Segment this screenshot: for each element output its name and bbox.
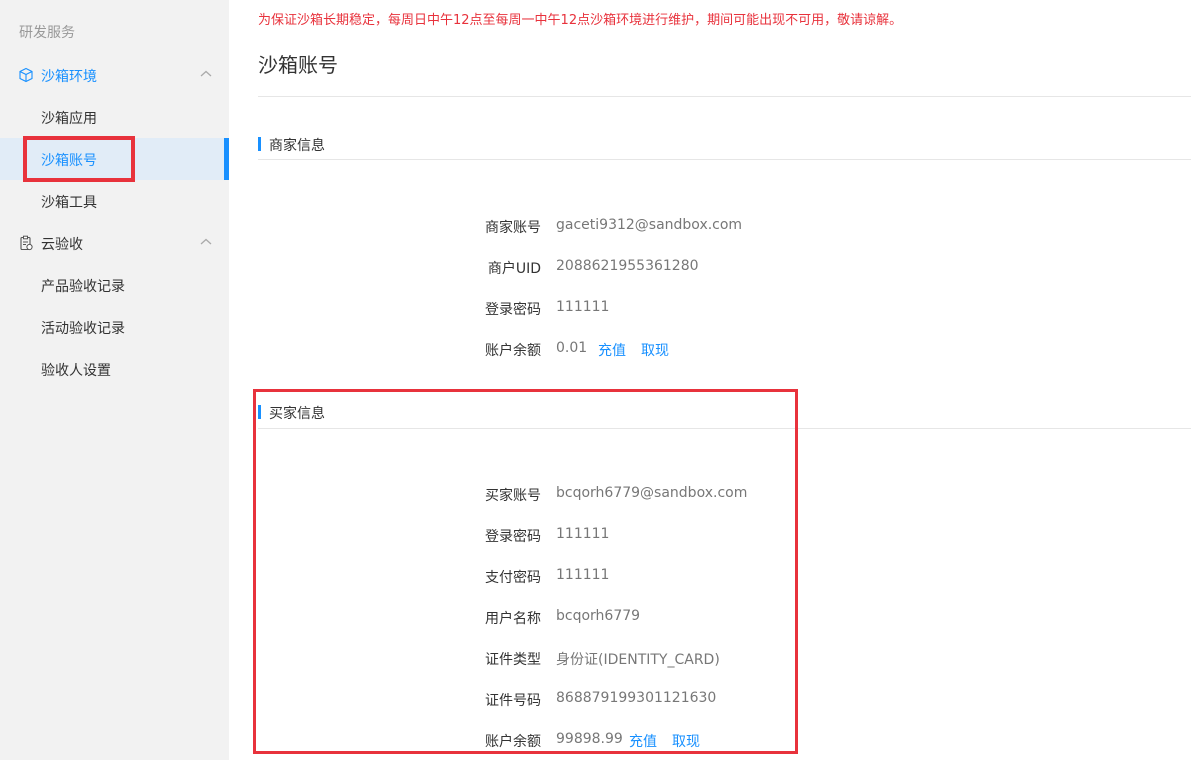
withdraw-link[interactable]: 取现 [672,731,700,751]
field-label: 登录密码 [485,529,541,545]
app-root: 研发服务 沙箱环境 沙箱应用 沙箱账号 沙箱工具 云验收 产品验收记录 活动验收… [0,0,1191,760]
withdraw-link[interactable]: 取现 [641,340,669,360]
field-value: 0.01 [556,340,588,356]
field-value: 111111 [556,567,610,583]
field-label: 证件类型 [485,652,541,668]
chevron-up-icon[interactable] [199,69,213,79]
buyer-login-password-row: 登录密码 111111 [0,524,1191,546]
clipboard-icon [20,235,33,251]
field-value: bcqorh6779 [556,608,641,624]
section-accent-bar [258,405,261,419]
buyer-id-number-row: 证件号码 868879199301121630 [0,688,1191,710]
sidebar-item-label: 沙箱账号 [41,153,97,169]
divider [258,159,1191,160]
divider [258,428,1191,429]
section-title: 商家信息 [269,138,325,154]
section-title: 买家信息 [269,406,325,422]
field-value: bcqorh6779@sandbox.com [556,485,748,501]
sidebar-item-label: 沙箱应用 [41,111,97,127]
merchant-uid-row: 商户UID 2088621955361280 [0,256,1191,278]
field-label: 支付密码 [485,570,541,586]
field-label: 账户余额 [485,734,541,750]
sidebar-item-sandbox-app[interactable]: 沙箱应用 [0,96,229,138]
field-label: 商家账号 [485,220,541,236]
sidebar-section-title: 研发服务 [19,25,75,41]
buyer-id-type-row: 证件类型 身份证(IDENTITY_CARD) [0,647,1191,669]
field-value: 身份证(IDENTITY_CARD) [556,652,720,668]
sidebar-item-label: 验收人设置 [41,363,111,379]
sidebar-item-label: 活动验收记录 [41,321,125,337]
merchant-account-row: 商家账号 gaceti9312@sandbox.com [0,215,1191,237]
field-value: 111111 [556,299,610,315]
page-title: 沙箱账号 [258,53,338,77]
merchant-balance-row: 账户余额 0.01 充值 取现 [0,338,1191,360]
buyer-pay-password-row: 支付密码 111111 [0,565,1191,587]
recharge-link[interactable]: 充值 [629,731,657,751]
buyer-username-row: 用户名称 bcqorh6779 [0,606,1191,628]
recharge-link[interactable]: 充值 [598,340,626,360]
field-label: 账户余额 [485,343,541,359]
field-label: 用户名称 [485,611,541,627]
field-value: 868879199301121630 [556,690,717,706]
field-label: 商户UID [487,261,541,277]
chevron-up-icon[interactable] [199,237,213,247]
sidebar-item-label: 产品验收记录 [41,279,125,295]
sidebar-item-sandbox-account[interactable]: 沙箱账号 [0,138,229,180]
buyer-balance-row: 账户余额 99898.99 充值 取现 [0,729,1191,751]
merchant-login-password-row: 登录密码 111111 [0,297,1191,319]
field-label: 登录密码 [485,302,541,318]
field-value: 99898.99 [556,731,623,747]
buyer-section-header: 买家信息 [258,401,1191,425]
cube-icon [19,67,33,83]
section-accent-bar [258,137,261,151]
sidebar-group-label: 云验收 [41,237,83,253]
field-label: 证件号码 [485,693,541,709]
buyer-account-row: 买家账号 bcqorh6779@sandbox.com [0,483,1191,505]
divider [258,96,1191,97]
sidebar-item-label: 沙箱工具 [41,195,97,211]
sidebar-group-label: 沙箱环境 [41,69,97,85]
sidebar-group-sandbox[interactable]: 沙箱环境 [0,54,229,96]
field-value: 111111 [556,526,610,542]
sidebar: 研发服务 沙箱环境 沙箱应用 沙箱账号 沙箱工具 云验收 产品验收记录 活动验收… [0,0,229,760]
field-value: gaceti9312@sandbox.com [556,217,743,233]
maintenance-notice: 为保证沙箱长期稳定，每周日中午12点至每周一中午12点沙箱环境进行维护，期间可能… [258,13,903,28]
merchant-section-header: 商家信息 [258,133,1191,157]
field-value: 2088621955361280 [556,258,699,274]
field-label: 买家账号 [485,488,541,504]
